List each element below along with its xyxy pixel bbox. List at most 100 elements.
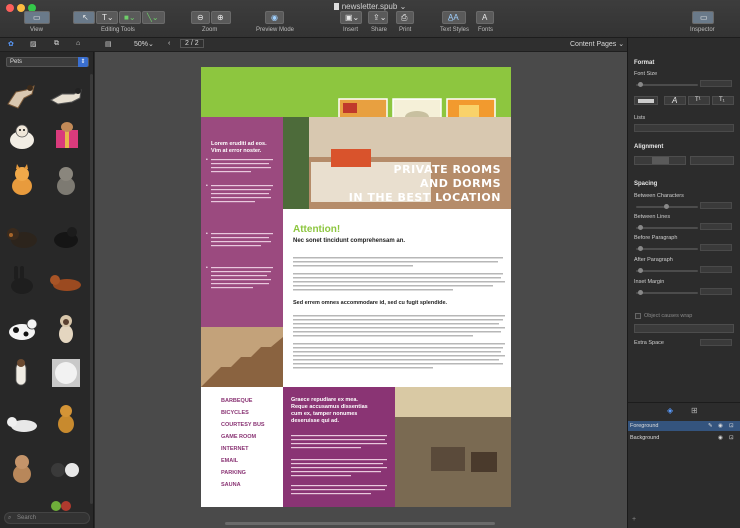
- before-paragraph-field[interactable]: [700, 244, 732, 251]
- library-category-select[interactable]: Pets ⇕: [6, 57, 89, 67]
- pet-clipart-gift-box[interactable]: [48, 118, 84, 150]
- before-paragraph-slider[interactable]: [636, 246, 698, 251]
- pet-clipart-grey-cat[interactable]: [48, 164, 84, 196]
- shape-tool-button[interactable]: ■⌄: [119, 11, 141, 24]
- canvas-horizontal-scrollbar[interactable]: [225, 522, 495, 525]
- zoom-out-button[interactable]: ⊖: [191, 11, 210, 24]
- pet-clipart-rottweiler[interactable]: [4, 220, 40, 252]
- text-tool-button[interactable]: T⌄: [96, 11, 118, 24]
- horizontal-alignment-control[interactable]: [634, 156, 686, 165]
- subheading-2[interactable]: Sed errem omnes accommodare id, sed cu f…: [293, 300, 447, 306]
- fonts-button[interactable]: A: [476, 11, 494, 24]
- after-paragraph-field[interactable]: [700, 266, 732, 273]
- between-characters-slider[interactable]: [636, 204, 698, 209]
- pet-clipart-spotted-dog[interactable]: [4, 312, 40, 344]
- purple-block-heading[interactable]: Graece repudiare ex mea. Reque accusamus…: [291, 397, 391, 425]
- between-lines-field[interactable]: [700, 223, 732, 230]
- slider-knob[interactable]: [664, 204, 669, 209]
- layers-tab-icon[interactable]: ◈: [667, 406, 673, 415]
- pet-clipart-sitting-dog[interactable]: [4, 357, 40, 389]
- pet-clipart-lying-cat[interactable]: [4, 404, 40, 436]
- vertical-alignment-control[interactable]: [690, 156, 734, 165]
- font-style-button[interactable]: A: [664, 96, 686, 105]
- newsletter-page[interactable]: PRIVATE ROOMS AND DORMS IN THE BEST LOCA…: [201, 67, 511, 507]
- view-button[interactable]: ▭: [24, 11, 50, 24]
- insert-button[interactable]: ▣⌄: [340, 11, 362, 24]
- extra-space-label: Extra Space: [634, 340, 664, 346]
- line-tool-button[interactable]: ╲⌄: [142, 11, 165, 24]
- document-canvas[interactable]: PRIVATE ROOMS AND DORMS IN THE BEST LOCA…: [95, 52, 627, 528]
- inspector-button[interactable]: ▭: [692, 11, 714, 24]
- hero-headline[interactable]: PRIVATE ROOMS AND DORMS IN THE BEST LOCA…: [321, 163, 501, 205]
- between-lines-slider[interactable]: [636, 225, 698, 230]
- select-tool-button[interactable]: ↖: [73, 11, 95, 24]
- text-styles-button[interactable]: A̲A: [442, 11, 466, 24]
- window-title-text: newsletter.spub: [341, 2, 398, 11]
- pet-clipart-dog-running[interactable]: [48, 80, 84, 112]
- share-button[interactable]: ⇪⌄: [368, 11, 388, 24]
- library-scrollbar[interactable]: [90, 74, 93, 504]
- lock-icon[interactable]: ⊡: [729, 421, 734, 431]
- slider-knob[interactable]: [638, 290, 643, 295]
- library-tab-images-icon[interactable]: ▨: [30, 40, 37, 48]
- pet-clipart-dachshund[interactable]: [48, 266, 84, 298]
- inset-margin-field[interactable]: [700, 288, 732, 295]
- text-color-well[interactable]: [634, 96, 658, 105]
- library-tab-templates-icon[interactable]: ⌂: [76, 40, 80, 47]
- eye-icon[interactable]: ◉: [718, 433, 723, 443]
- superscript-button[interactable]: T¹: [688, 96, 710, 105]
- wrap-type-control[interactable]: [634, 324, 734, 333]
- sidebar-heading[interactable]: Lorem eruditi ad eos. Vim at error noste…: [211, 141, 281, 155]
- pet-clipart-black-cat[interactable]: [48, 220, 84, 252]
- inset-margin-slider[interactable]: [636, 290, 698, 295]
- attention-heading[interactable]: Attention!: [293, 224, 340, 235]
- print-button[interactable]: ⎙: [396, 11, 414, 24]
- object-wrap-checkbox[interactable]: [635, 313, 641, 319]
- spacing-heading: Spacing: [634, 181, 658, 187]
- pet-clipart-orange-cat[interactable]: [4, 164, 40, 196]
- pet-clipart-black-rabbit[interactable]: [4, 264, 40, 296]
- pet-clipart-white-cat[interactable]: [48, 357, 84, 389]
- chevron-down-icon[interactable]: ⌄: [400, 2, 407, 11]
- pet-clipart-dog-jumping[interactable]: [4, 80, 40, 112]
- extra-space-field[interactable]: [700, 339, 732, 346]
- preview-mode-button[interactable]: ◉: [265, 11, 284, 24]
- amenities-list[interactable]: BARBEQUE BICYCLES COURTESY BUS GAME ROOM…: [221, 395, 265, 491]
- subheading-1[interactable]: Nec sonet tincidunt comprehensam an.: [293, 238, 405, 244]
- grid-tab-icon[interactable]: ⊞: [691, 406, 698, 415]
- arrow-pointer-icon: ↖: [82, 13, 89, 22]
- pet-clipart-kitten[interactable]: [4, 452, 40, 484]
- library-tab-shapes-icon[interactable]: ✿: [8, 40, 14, 48]
- zoom-value[interactable]: 50%⌄: [134, 40, 154, 48]
- library-tab-clipart-icon[interactable]: ⧉: [54, 40, 59, 48]
- font-size-slider[interactable]: [636, 82, 698, 87]
- eye-icon[interactable]: ◉: [718, 421, 723, 431]
- between-characters-field[interactable]: [700, 202, 732, 209]
- pet-clipart-cats-group[interactable]: [48, 454, 84, 486]
- library-search-input[interactable]: ⌕ Search: [4, 512, 90, 524]
- slider-knob[interactable]: [638, 82, 643, 87]
- after-paragraph-slider[interactable]: [636, 268, 698, 273]
- content-pages-select[interactable]: Content Pages ⌄: [570, 40, 624, 48]
- layer-row-foreground[interactable]: Foreground ✎ ◉ ⊡: [628, 421, 740, 431]
- slider-knob[interactable]: [638, 268, 643, 273]
- lock-icon[interactable]: ⊡: [729, 433, 734, 443]
- color-swatch: [638, 99, 654, 103]
- add-layer-icon[interactable]: +: [632, 516, 636, 523]
- page-thumbnails-icon[interactable]: ▤: [105, 40, 112, 48]
- font-size-field[interactable]: [700, 80, 732, 87]
- previous-page-icon[interactable]: ‹: [168, 40, 170, 47]
- page-indicator[interactable]: 2 / 2: [180, 39, 204, 48]
- pet-clipart-golden-dog[interactable]: [48, 402, 84, 434]
- pet-clipart-puppy[interactable]: [4, 120, 40, 152]
- lists-select[interactable]: [634, 124, 734, 132]
- subscript-button[interactable]: T₁: [712, 96, 734, 105]
- slider-knob[interactable]: [638, 225, 643, 230]
- zoom-in-button[interactable]: ⊕: [211, 11, 231, 24]
- document-icon: [333, 3, 339, 10]
- pencil-icon[interactable]: ✎: [708, 421, 713, 431]
- rectangle-icon: ■⌄: [124, 13, 136, 22]
- pet-clipart-siamese-cat[interactable]: [48, 312, 84, 344]
- slider-knob[interactable]: [638, 246, 643, 251]
- layer-row-background[interactable]: Background ◉ ⊡: [628, 433, 740, 443]
